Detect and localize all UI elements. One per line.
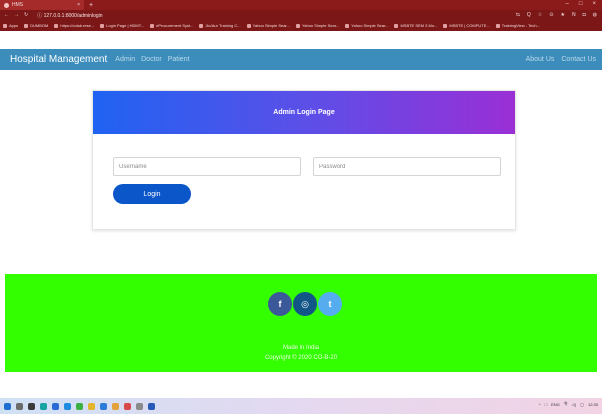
browser-tab-strip: HMS × + – □ × <box>0 0 602 10</box>
system-tray: ^ □ ENG 令 ◁) ▢ 12:30 <box>539 401 598 407</box>
nav-link-doctor[interactable]: Doctor <box>141 56 162 63</box>
login-title: Admin Login Page <box>273 109 335 116</box>
bookmark-star-icon[interactable]: ☆ <box>538 12 542 18</box>
zoom-icon[interactable]: Q <box>527 12 531 18</box>
bookmark-icon <box>443 23 448 28</box>
facebook-icon[interactable]: f <box>268 292 292 316</box>
app-navbar: Hospital Management Admin Doctor Patient… <box>0 49 602 70</box>
app-icon[interactable] <box>148 402 155 410</box>
toolbar-icons: ⇆ Q ☆ ⊙ ★ N ◘ ◍ <box>516 12 597 18</box>
bookmark-icon <box>150 23 155 28</box>
bookmark-icon <box>246 23 251 28</box>
check-app-icon[interactable] <box>76 402 83 410</box>
os-taskbar: ^ □ ENG 令 ◁) ▢ 12:30 <box>0 398 602 414</box>
close-tab-icon[interactable]: × <box>77 2 80 8</box>
extension-icon[interactable]: ⊙ <box>549 12 553 18</box>
search-icon[interactable] <box>16 402 23 410</box>
bookmark-item[interactable]: MSBTE | COMPUTE... <box>443 23 490 28</box>
browser-tab[interactable]: HMS × <box>0 0 84 10</box>
minimize-button[interactable]: – <box>566 1 569 7</box>
made-in-india-text: Made in India <box>282 345 320 351</box>
apps-icon <box>3 23 7 28</box>
bookmark-item[interactable]: Yahoo Simple Sear... <box>295 23 339 28</box>
bookmark-item[interactable]: eProcurement Syst... <box>150 23 193 28</box>
nav-right-group: About Us Contact Us <box>526 49 596 70</box>
bookmark-item[interactable]: Yahoo Simple Sear... <box>345 23 388 28</box>
new-tab-button[interactable]: + <box>89 2 93 9</box>
edge-icon[interactable] <box>40 402 47 410</box>
copyright-text: Copyright © 2020 CO-B-20 <box>264 355 338 361</box>
bookmark-icon <box>495 23 500 28</box>
close-window-button[interactable]: × <box>592 1 596 7</box>
brand-link[interactable]: Hospital Management <box>10 54 107 65</box>
instagram-icon[interactable]: ◎ <box>293 292 317 316</box>
vscode-icon[interactable] <box>100 402 107 410</box>
mail-icon[interactable] <box>64 402 71 410</box>
reload-icon[interactable]: ↻ <box>24 12 28 18</box>
maximize-button[interactable]: □ <box>579 1 583 7</box>
tray-expand-icon[interactable]: ^ <box>539 402 541 407</box>
bookmark-item[interactable]: https://colab.rese... <box>54 23 94 28</box>
bookmark-item[interactable]: Login Page | HDMT... <box>100 23 144 28</box>
address-bar[interactable]: ⓘ 127.0.0.1:8000/adminlogin <box>37 12 102 19</box>
wifi-icon[interactable]: 令 <box>564 401 568 407</box>
chrome-icon[interactable] <box>88 402 95 410</box>
nav-link-admin[interactable]: Admin <box>115 56 135 63</box>
bookmark-item[interactable]: DUMBOM <box>24 23 48 28</box>
battery-icon[interactable]: ▢ <box>580 402 584 407</box>
login-inputs <box>113 157 501 176</box>
folder-icon[interactable] <box>112 402 119 410</box>
username-input[interactable] <box>113 157 301 176</box>
bookmark-icon <box>24 23 29 28</box>
browser-toolbar: ← → ↻ ⓘ 127.0.0.1:8000/adminlogin ⇆ Q ☆ … <box>0 10 602 20</box>
window-controls: – □ × <box>566 1 596 7</box>
share-icon[interactable]: ⇆ <box>516 12 520 18</box>
bookmark-icon <box>54 23 59 28</box>
app-icon[interactable] <box>136 402 143 410</box>
tab-title: HMS <box>12 2 24 8</box>
bookmark-item[interactable]: Apps <box>3 23 18 28</box>
task-view-icon[interactable] <box>28 402 35 410</box>
nav-link-patient[interactable]: Patient <box>168 56 190 63</box>
social-links: f ◎ t <box>268 292 342 316</box>
bookmark-item[interactable]: Jio/Aur Training C... <box>199 23 241 28</box>
language-indicator[interactable]: ENG <box>551 402 560 407</box>
bookmark-item[interactable]: MSBTE SEM 3 Mo... <box>394 23 437 28</box>
back-icon[interactable]: ← <box>4 12 9 18</box>
login-button[interactable]: Login <box>113 184 191 204</box>
favorites-icon[interactable]: ★ <box>560 12 564 18</box>
forward-icon[interactable]: → <box>14 12 19 18</box>
screen: HMS × + – □ × ← → ↻ ⓘ 127.0.0.1:8000/adm… <box>0 0 602 414</box>
bookmark-icon <box>199 23 204 28</box>
volume-icon[interactable]: ◁) <box>572 402 576 407</box>
store-icon[interactable] <box>52 402 59 410</box>
twitter-icon[interactable]: t <box>318 292 342 316</box>
login-card: Admin Login Page Login <box>92 90 516 230</box>
bookmark-icon <box>345 23 350 28</box>
bookmark-icon <box>295 23 300 28</box>
bookmark-item[interactable]: Yahoo Simple Sear... <box>246 23 290 28</box>
nav-link-contact-us[interactable]: Contact Us <box>561 56 596 63</box>
password-input[interactable] <box>313 157 501 176</box>
page-footer: f ◎ t Made in India Copyright © 2020 CO-… <box>5 274 597 372</box>
bookmarks-bar: Apps DUMBOM https://colab.rese... Login … <box>0 20 602 31</box>
bookmark-icon <box>100 23 105 28</box>
extension-n-icon[interactable]: N <box>572 12 576 18</box>
clock[interactable]: 12:30 <box>588 402 598 407</box>
extensions-puzzle-icon[interactable]: ◘ <box>583 12 586 18</box>
login-card-header: Admin Login Page <box>93 91 515 134</box>
bookmark-item[interactable]: TrainingView - Tech... <box>495 23 540 28</box>
favicon-icon <box>4 2 9 8</box>
tray-app-icon[interactable]: □ <box>545 402 547 407</box>
app-icon[interactable] <box>124 402 131 410</box>
bookmark-icon <box>394 23 399 28</box>
nav-link-about-us[interactable]: About Us <box>526 56 555 63</box>
profile-avatar-icon[interactable]: ◍ <box>593 12 597 18</box>
start-icon[interactable] <box>4 402 11 410</box>
